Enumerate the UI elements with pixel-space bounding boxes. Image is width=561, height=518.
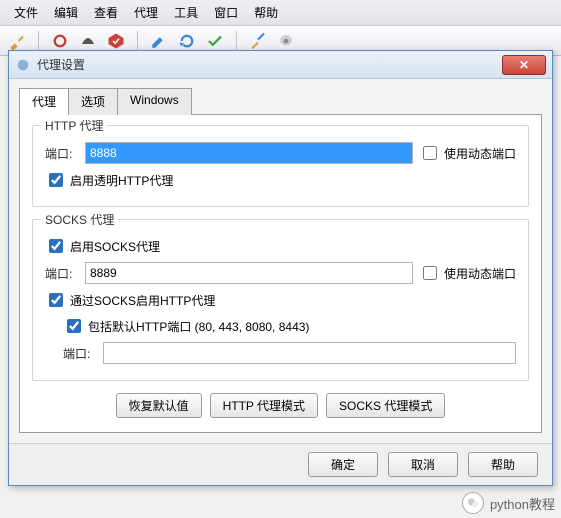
menu-help[interactable]: 帮助 xyxy=(246,2,286,23)
include-default-ports-label: 包括默认HTTP端口 (80, 443, 8080, 8443) xyxy=(88,318,309,335)
tools-icon[interactable] xyxy=(249,32,267,50)
validate-icon[interactable] xyxy=(206,32,224,50)
settings-icon[interactable] xyxy=(277,32,295,50)
edit-icon[interactable] xyxy=(150,32,168,50)
restore-defaults-button[interactable]: 恢复默认值 xyxy=(116,393,202,418)
dialog-body: 代理 选项 Windows HTTP 代理 端口: 使用动态端口 xyxy=(9,79,552,443)
menu-proxy[interactable]: 代理 xyxy=(126,2,166,23)
mode-button-row: 恢复默认值 HTTP 代理模式 SOCKS 代理模式 xyxy=(32,393,529,418)
tabbar: 代理 选项 Windows xyxy=(19,87,542,115)
http-port-input[interactable] xyxy=(85,142,413,164)
socks-enable-checkbox[interactable] xyxy=(49,239,63,253)
tab-options[interactable]: 选项 xyxy=(68,88,118,115)
tab-proxy[interactable]: 代理 xyxy=(19,88,69,115)
socks-dynamic-port-label: 使用动态端口 xyxy=(444,265,516,282)
http-port-label: 端口: xyxy=(45,145,79,162)
app-icon xyxy=(15,57,31,73)
http-group-label: HTTP 代理 xyxy=(41,117,107,134)
dialog-title: 代理设置 xyxy=(37,56,502,73)
socks-http-label: 通过SOCKS启用HTTP代理 xyxy=(70,292,215,309)
breakpoint-icon[interactable] xyxy=(107,32,125,50)
dialog-footer: 确定 取消 帮助 xyxy=(9,443,552,485)
http-mode-button[interactable]: HTTP 代理模式 xyxy=(210,393,318,418)
http-transparent-checkbox[interactable] xyxy=(49,173,63,187)
socks-mode-button[interactable]: SOCKS 代理模式 xyxy=(326,393,445,418)
menu-edit[interactable]: 编辑 xyxy=(46,2,86,23)
ok-button[interactable]: 确定 xyxy=(308,452,378,477)
cancel-button[interactable]: 取消 xyxy=(388,452,458,477)
throttle-icon[interactable] xyxy=(79,32,97,50)
socks-http-checkbox[interactable] xyxy=(49,293,63,307)
socks-proxy-group: SOCKS 代理 启用SOCKS代理 端口: 使用动态端口 xyxy=(32,219,529,381)
broom-icon[interactable] xyxy=(8,32,26,50)
titlebar[interactable]: 代理设置 ✕ xyxy=(9,51,552,79)
include-default-ports-checkbox[interactable] xyxy=(67,319,81,333)
separator xyxy=(38,31,39,51)
wechat-icon xyxy=(462,492,484,514)
socks-enable-label: 启用SOCKS代理 xyxy=(70,238,160,255)
close-button[interactable]: ✕ xyxy=(502,55,546,75)
http-dynamic-port-label: 使用动态端口 xyxy=(444,145,516,162)
socks-port-label: 端口: xyxy=(45,265,79,282)
record-icon[interactable] xyxy=(51,32,69,50)
socks-dynamic-port-checkbox[interactable] xyxy=(423,266,437,280)
socks-group-label: SOCKS 代理 xyxy=(41,211,118,228)
menu-tools[interactable]: 工具 xyxy=(166,2,206,23)
http-proxy-group: HTTP 代理 端口: 使用动态端口 启用透明HTTP代理 xyxy=(32,125,529,207)
watermark-text: python教程 xyxy=(490,494,555,513)
menu-window[interactable]: 窗口 xyxy=(206,2,246,23)
proxy-settings-dialog: 代理设置 ✕ 代理 选项 Windows HTTP 代理 端口: 使用动态端口 xyxy=(8,50,553,486)
menu-view[interactable]: 查看 xyxy=(86,2,126,23)
http-transparent-label: 启用透明HTTP代理 xyxy=(70,172,173,189)
help-button[interactable]: 帮助 xyxy=(468,452,538,477)
separator xyxy=(236,31,237,51)
socks-port-input[interactable] xyxy=(85,262,413,284)
watermark: python教程 xyxy=(462,492,555,514)
tab-windows[interactable]: Windows xyxy=(117,88,192,115)
menu-file[interactable]: 文件 xyxy=(6,2,46,23)
socks-inner-port-input[interactable] xyxy=(103,342,516,364)
tabpage-proxy: HTTP 代理 端口: 使用动态端口 启用透明HTTP代理 xyxy=(19,115,542,433)
separator xyxy=(137,31,138,51)
http-dynamic-port-checkbox[interactable] xyxy=(423,146,437,160)
repeat-icon[interactable] xyxy=(178,32,196,50)
menubar: 文件 编辑 查看 代理 工具 窗口 帮助 xyxy=(0,0,561,26)
socks-inner-port-label: 端口: xyxy=(63,345,97,362)
